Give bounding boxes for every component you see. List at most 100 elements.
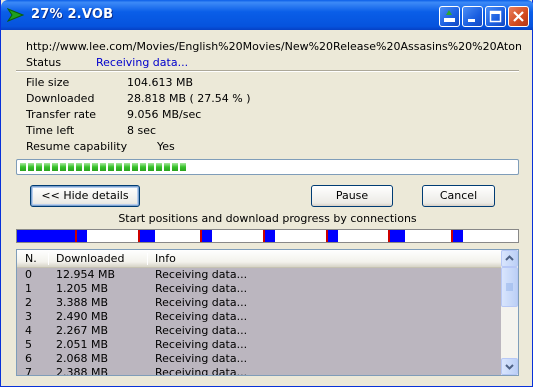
- connection-start-marker: [200, 230, 202, 242]
- progress-segment: [148, 163, 154, 171]
- list-item[interactable]: 5 2.051 MB Receiving data...: [17, 338, 502, 352]
- progress-segment: [20, 163, 26, 171]
- download-url: http://www.lee.com/Movies/English%20Movi…: [26, 40, 521, 53]
- resume-capability-value: Yes: [157, 140, 175, 153]
- connection-info: Receiving data...: [155, 352, 248, 365]
- progress-segment: [100, 163, 106, 171]
- connection-progress-segment: [140, 230, 155, 242]
- scroll-thumb[interactable]: [501, 267, 518, 307]
- list-item[interactable]: 7 2.388 MB Receiving data...: [17, 366, 502, 376]
- progress-segment: [36, 163, 42, 171]
- progress-segment: [172, 163, 178, 171]
- time-left-value: 8 sec: [127, 124, 157, 137]
- transfer-rate-value: 9.056 MB/sec: [127, 108, 202, 121]
- progress-fill: [20, 163, 186, 171]
- list-item[interactable]: 3 2.490 MB Receiving data...: [17, 310, 502, 324]
- scroll-up-button[interactable]: [501, 250, 518, 267]
- connection-progress-segment: [328, 230, 338, 242]
- transfer-rate-label: Transfer rate: [26, 108, 97, 121]
- connection-info: Receiving data...: [155, 268, 248, 281]
- progress-segment: [52, 163, 58, 171]
- connection-downloaded: 2.267 MB: [56, 324, 109, 337]
- connection-progress-segment: [453, 230, 463, 242]
- connection-info: Receiving data...: [155, 366, 248, 376]
- progress-segment: [156, 163, 162, 171]
- list-item[interactable]: 1 1.205 MB Receiving data...: [17, 282, 502, 296]
- progress-segment: [116, 163, 122, 171]
- list-rows: 0 12.954 MB Receiving data... 1 1.205 MB Rece…: [17, 268, 502, 376]
- connection-downloaded: 1.205 MB: [56, 282, 109, 295]
- connection-number: 4: [25, 324, 32, 337]
- minimize-button[interactable]: [462, 6, 483, 27]
- connection-number: 3: [25, 310, 32, 323]
- connection-number: 7: [25, 366, 32, 376]
- list-item[interactable]: 4 2.267 MB Receiving data...: [17, 324, 502, 338]
- connection-start-marker: [75, 230, 77, 242]
- connection-downloaded: 2.388 MB: [56, 366, 109, 376]
- separator: [16, 70, 519, 72]
- maximize-icon: [489, 10, 502, 23]
- progress-segment: [132, 163, 138, 171]
- connection-downloaded: 2.051 MB: [56, 338, 109, 351]
- column-header-downloaded[interactable]: Downloaded: [56, 252, 124, 265]
- column-divider[interactable]: [147, 253, 148, 265]
- connection-start-marker: [388, 230, 390, 242]
- column-header-info[interactable]: Info: [155, 252, 176, 265]
- connection-start-marker: [326, 230, 328, 242]
- downloaded-label: Downloaded: [26, 92, 95, 105]
- connection-info: Receiving data...: [155, 310, 248, 323]
- tray-icon: [444, 10, 455, 22]
- connection-info: Receiving data...: [155, 296, 248, 309]
- cancel-button[interactable]: Cancel: [422, 185, 495, 207]
- progress-segment: [108, 163, 114, 171]
- connection-number: 6: [25, 352, 32, 365]
- progress-segment: [140, 163, 146, 171]
- resume-capability-label: Resume capability: [26, 140, 128, 153]
- grip-icon: [506, 283, 513, 291]
- connection-downloaded: 12.954 MB: [56, 268, 116, 281]
- connection-progress-segment: [265, 230, 275, 242]
- progress-segment: [76, 163, 82, 171]
- hide-details-button[interactable]: << Hide details: [30, 185, 140, 207]
- progress-segment: [164, 163, 170, 171]
- list-header: N. Downloaded Info: [17, 250, 502, 268]
- progress-segment: [28, 163, 34, 171]
- vertical-scrollbar[interactable]: [501, 250, 518, 375]
- column-divider[interactable]: [48, 253, 49, 265]
- connections-progress-bar: [16, 229, 519, 243]
- connections-caption: Start positions and download progress by…: [118, 212, 417, 225]
- scroll-down-button[interactable]: [501, 358, 518, 375]
- progress-segment: [44, 163, 50, 171]
- title-bar[interactable]: 27% 2.VOB: [1, 0, 533, 30]
- pause-button[interactable]: Pause: [311, 185, 393, 207]
- connection-start-marker: [451, 230, 453, 242]
- status-value: Receiving data...: [96, 56, 189, 69]
- connection-downloaded: 3.388 MB: [56, 296, 109, 309]
- file-size-label: File size: [26, 76, 70, 89]
- connection-number: 1: [25, 282, 32, 295]
- connection-start-marker: [263, 230, 265, 242]
- progress-segment: [124, 163, 130, 171]
- time-left-label: Time left: [26, 124, 75, 137]
- chevron-down-icon: [505, 364, 514, 370]
- minimize-to-tray-button[interactable]: [439, 6, 460, 27]
- list-item[interactable]: 2 3.388 MB Receiving data...: [17, 296, 502, 310]
- close-button[interactable]: [508, 6, 529, 27]
- list-item[interactable]: 0 12.954 MB Receiving data...: [17, 268, 502, 282]
- minimize-icon: [468, 19, 475, 22]
- download-progress-window: 27% 2.VOB http://www.lee.com/Movies/Engl…: [0, 0, 533, 387]
- connections-list[interactable]: N. Downloaded Info 0 12.954 MB Receiving d…: [16, 249, 519, 376]
- idm-arrow-icon: [7, 8, 25, 22]
- progress-segment: [180, 163, 186, 171]
- connection-number: 5: [25, 338, 32, 351]
- connection-info: Receiving data...: [155, 338, 248, 351]
- progress-segment: [60, 163, 66, 171]
- connection-progress-segment: [202, 230, 212, 242]
- list-item[interactable]: 6 2.068 MB Receiving data...: [17, 352, 502, 366]
- connection-number: 2: [25, 296, 32, 309]
- column-header-n[interactable]: N.: [25, 252, 37, 265]
- maximize-button[interactable]: [485, 6, 506, 27]
- connection-info: Receiving data...: [155, 324, 248, 337]
- close-icon: [513, 11, 524, 22]
- progress-segment: [84, 163, 90, 171]
